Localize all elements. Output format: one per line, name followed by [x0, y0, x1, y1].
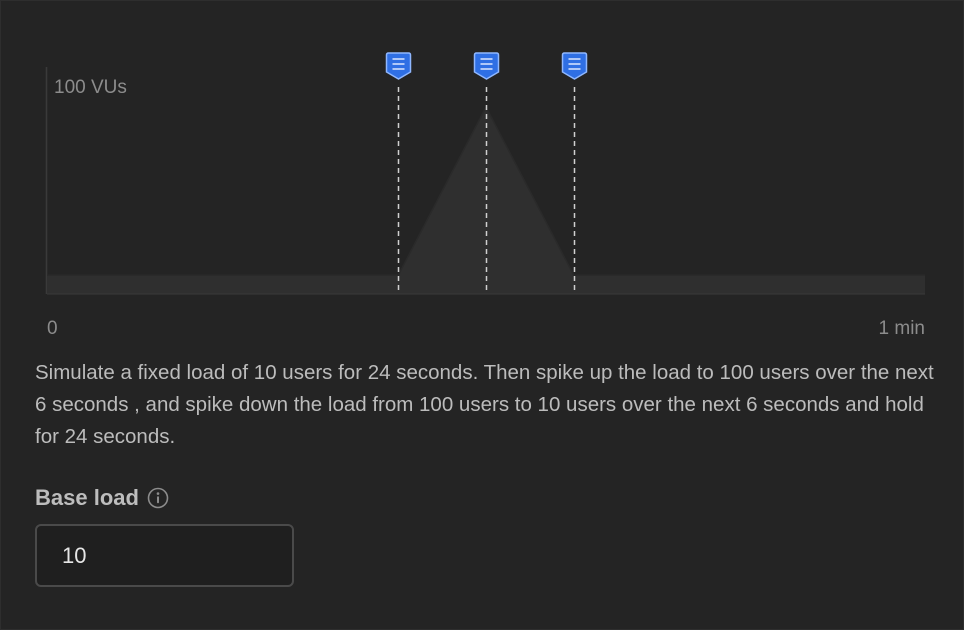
- stage-marker-icon[interactable]: [561, 52, 588, 80]
- stage-marker-icon[interactable]: [385, 52, 412, 80]
- base-load-label: Base load: [35, 485, 139, 510]
- stage-marker-icon[interactable]: [473, 52, 500, 80]
- base-load-input[interactable]: [35, 524, 294, 587]
- y-axis-max-label: 100 VUs: [54, 77, 127, 98]
- load-description: Simulate a fixed load of 10 users for 24…: [35, 361, 934, 448]
- x-axis-start-label: 0: [47, 318, 58, 339]
- load-chart-svg: [45, 52, 925, 295]
- load-profile-panel: 100 VUs 0 1 min Simulate a fixed load of…: [0, 0, 964, 630]
- x-axis-end-label: 1 min: [878, 318, 925, 339]
- info-circle-icon[interactable]: [147, 487, 169, 509]
- load-chart: 100 VUs 0 1 min: [1, 1, 964, 346]
- base-load-label-row: Base load: [35, 485, 169, 511]
